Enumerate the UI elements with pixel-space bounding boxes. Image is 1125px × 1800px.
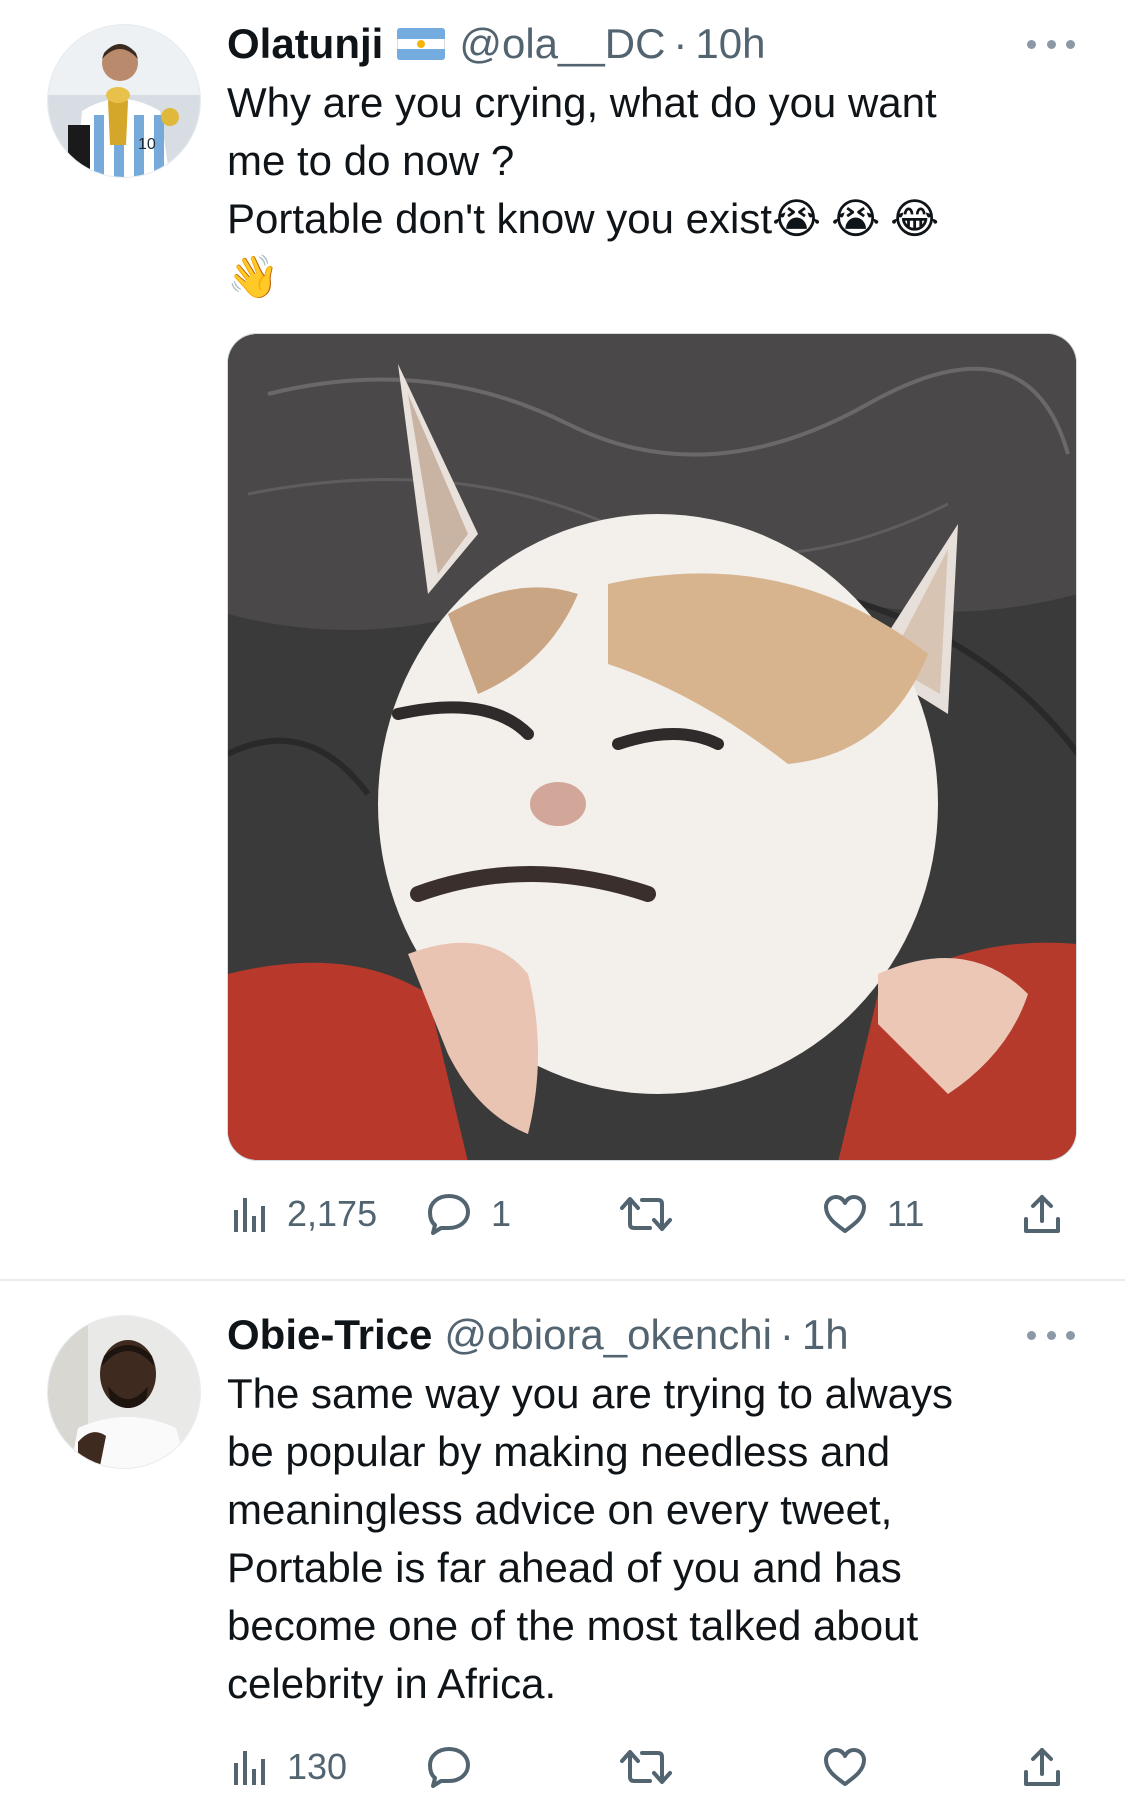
share-button[interactable] bbox=[1022, 1184, 1062, 1244]
separator-dot: · bbox=[779, 1311, 794, 1358]
avatar-image bbox=[48, 1316, 200, 1468]
views-button[interactable]: 2,175 bbox=[233, 1184, 377, 1244]
views-button[interactable]: 130 bbox=[233, 1737, 347, 1797]
text-line: meaningless advice on every tweet, bbox=[227, 1486, 893, 1533]
avatar-olatunji[interactable]: 10 bbox=[47, 24, 201, 178]
reply-count: 1 bbox=[491, 1193, 512, 1234]
text-line-emoji: 👋 bbox=[227, 248, 1087, 306]
tweet-1[interactable]: 10 Olatunji @ola__DC · 10h Why are you c… bbox=[0, 0, 1125, 1279]
retweet-icon bbox=[620, 1197, 672, 1231]
analytics-icon bbox=[234, 1751, 265, 1785]
display-name[interactable]: Obie-Trice bbox=[227, 1311, 432, 1359]
user-handle[interactable]: @ola__DC bbox=[459, 20, 665, 68]
reply-icon bbox=[428, 1194, 470, 1235]
avatar-obie-trice[interactable] bbox=[47, 1315, 201, 1469]
text-line: Why are you crying, what do you want bbox=[227, 79, 937, 126]
text-line: become one of the most talked about bbox=[227, 1602, 919, 1649]
share-icon bbox=[1024, 1748, 1060, 1786]
views-count: 130 bbox=[287, 1746, 348, 1787]
text-line: celebrity in Africa. bbox=[227, 1660, 557, 1707]
more-options-icon[interactable] bbox=[1027, 1325, 1075, 1345]
argentina-flag-icon bbox=[397, 28, 446, 60]
tweet-media-image[interactable] bbox=[227, 333, 1077, 1161]
display-name[interactable]: Olatunji bbox=[227, 20, 383, 68]
tweet-header: Obie-Trice @obiora_okenchi · 1h bbox=[227, 1307, 849, 1363]
tweet-actions: 130 bbox=[227, 1737, 1077, 1797]
text-line: be popular by making needless and bbox=[227, 1428, 891, 1475]
separator-dot: · bbox=[673, 20, 688, 67]
cat-shrug-meme-icon bbox=[228, 334, 1076, 1160]
reply-button[interactable]: 1 bbox=[427, 1184, 511, 1244]
retweet-button[interactable] bbox=[620, 1184, 692, 1244]
loudly-crying-face-icon: 😭 bbox=[772, 194, 822, 243]
tweet-time[interactable]: 10h bbox=[695, 20, 765, 68]
like-button[interactable]: 11 bbox=[823, 1184, 924, 1244]
retweet-icon bbox=[620, 1750, 672, 1784]
svg-text:10: 10 bbox=[138, 136, 156, 153]
tweet-2[interactable]: Obie-Trice @obiora_okenchi · 1h The same… bbox=[0, 1281, 1125, 1800]
analytics-icon bbox=[234, 1198, 265, 1232]
text-line: me to do now ? bbox=[227, 137, 515, 184]
views-count: 2,175 bbox=[287, 1193, 378, 1234]
like-button[interactable] bbox=[823, 1737, 887, 1797]
reply-button[interactable] bbox=[427, 1737, 491, 1797]
share-icon bbox=[1024, 1195, 1060, 1233]
tweet-text: Why are you crying, what do you want me … bbox=[227, 74, 1087, 306]
reply-icon bbox=[428, 1747, 470, 1788]
tweet-time[interactable]: 1h bbox=[802, 1311, 849, 1359]
text-line: Portable is far ahead of you and has bbox=[227, 1544, 902, 1591]
tweet-text: The same way you are trying to always be… bbox=[227, 1365, 1087, 1713]
text-line: The same way you are trying to always bbox=[227, 1370, 953, 1417]
avatar-image: 10 bbox=[48, 25, 200, 177]
waving-hand-icon: 👋 bbox=[227, 252, 280, 301]
tweet-header: Olatunji @ola__DC · 10h bbox=[227, 16, 765, 72]
text-line: Portable don't know you exist bbox=[227, 195, 772, 242]
like-count: 11 bbox=[887, 1193, 925, 1234]
text-line-with-emoji: Portable don't know you exist😭 😭 😂 bbox=[227, 190, 1087, 248]
heart-icon bbox=[824, 1748, 866, 1786]
more-options-icon[interactable] bbox=[1027, 34, 1075, 54]
retweet-button[interactable] bbox=[620, 1737, 692, 1797]
tears-of-joy-face-icon: 😂 bbox=[890, 194, 940, 243]
user-handle[interactable]: @obiora_okenchi bbox=[444, 1311, 772, 1359]
loudly-crying-face-icon: 😭 bbox=[831, 194, 881, 243]
heart-icon bbox=[824, 1195, 866, 1233]
tweet-actions: 2,175 1 11 bbox=[227, 1184, 1077, 1244]
share-button[interactable] bbox=[1022, 1737, 1062, 1797]
